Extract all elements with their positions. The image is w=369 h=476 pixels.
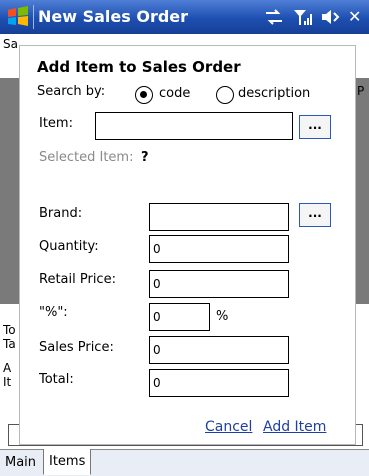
radio-description[interactable]	[216, 86, 234, 104]
item-browse-button[interactable]: ...	[299, 115, 331, 139]
selected-item-label: Selected Item:	[39, 150, 134, 165]
sales-price-input[interactable]: 0	[149, 336, 289, 364]
signal-icon[interactable]	[292, 7, 314, 27]
percent-sign: %	[216, 309, 229, 324]
close-icon[interactable]: ✕	[348, 7, 361, 27]
radio-code[interactable]	[135, 86, 153, 104]
quantity-label: Quantity:	[39, 239, 99, 254]
retail-price-label: Retail Price:	[39, 272, 116, 287]
background-text: Sa	[3, 37, 18, 51]
brand-label: Brand:	[39, 206, 83, 221]
discount-label: "%":	[39, 305, 68, 320]
dialog-title: Add Item to Sales Order	[37, 58, 241, 76]
add-item-dialog: Add Item to Sales Order Search by: code …	[20, 46, 355, 444]
sales-price-label: Sales Price:	[39, 340, 114, 355]
item-label: Item:	[39, 116, 73, 131]
total-label: Total:	[39, 372, 74, 387]
background-text: To	[3, 323, 16, 337]
radio-description-label[interactable]: description	[238, 86, 310, 101]
quantity-input[interactable]: 0	[149, 235, 289, 263]
windows-logo-icon[interactable]	[6, 6, 30, 28]
search-by-label: Search by:	[37, 84, 106, 99]
discount-input[interactable]: 0	[149, 303, 210, 331]
title-bar: New Sales Order ✕	[0, 0, 369, 34]
radio-code-label[interactable]: code	[159, 86, 190, 101]
background-text: P	[357, 84, 365, 98]
tab-items[interactable]: Items	[43, 449, 92, 475]
connectivity-icon[interactable]	[263, 7, 285, 27]
volume-icon[interactable]	[320, 7, 342, 27]
brand-input[interactable]	[149, 203, 289, 231]
tab-bar: Main Items	[0, 449, 369, 476]
background-text: Ta	[3, 337, 16, 351]
total-input[interactable]: 0	[149, 369, 289, 397]
app-title: New Sales Order	[38, 7, 189, 26]
background-text: A	[3, 361, 12, 375]
brand-browse-button[interactable]: ...	[299, 203, 331, 227]
tab-main[interactable]: Main	[0, 450, 41, 475]
cancel-link[interactable]: Cancel	[205, 419, 252, 435]
item-input[interactable]	[95, 112, 293, 140]
add-item-link[interactable]: Add Item	[263, 419, 326, 435]
selected-item-value: ?	[141, 150, 149, 165]
retail-price-input[interactable]: 0	[149, 270, 289, 298]
title-separator	[33, 5, 34, 29]
background-text: It	[3, 375, 12, 389]
